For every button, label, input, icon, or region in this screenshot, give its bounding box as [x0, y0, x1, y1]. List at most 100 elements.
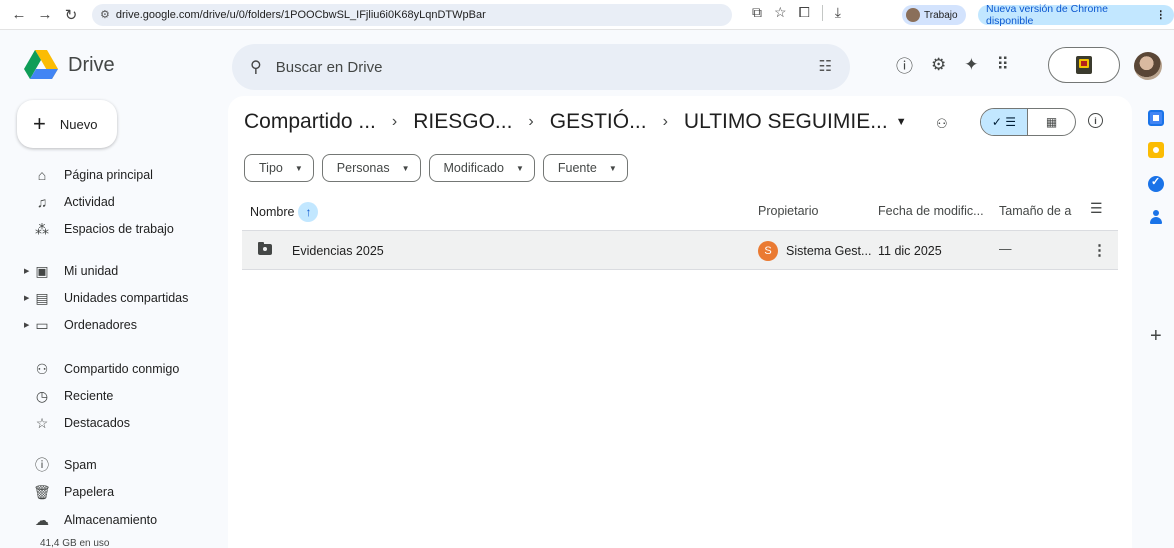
table-header: Nombre ↑ Propietario Fecha de modific...…: [228, 196, 1132, 222]
column-label: Nombre: [250, 205, 295, 219]
sort-options-icon[interactable]: ☰: [1090, 200, 1103, 217]
filter-type-chip[interactable]: Tipo ▼: [244, 154, 314, 182]
new-button-label: Nuevo: [59, 116, 98, 132]
caret-down-icon[interactable]: ▼: [896, 116, 907, 128]
sidebar-item-label: Página principal: [64, 168, 153, 182]
sidebar-item-label: Compartido conmigo: [64, 362, 180, 376]
calendar-icon[interactable]: [1148, 110, 1164, 126]
expand-caret-icon[interactable]: ▶: [24, 321, 30, 329]
sidebar-item-home[interactable]: ⌂ Página principal: [16, 163, 216, 187]
breadcrumb-item[interactable]: GESTIÓ...: [550, 110, 647, 134]
sidebar-item-activity[interactable]: ♫ Actividad: [16, 190, 216, 214]
home-icon: ⌂: [37, 167, 47, 183]
column-name-header[interactable]: Nombre ↑: [250, 202, 319, 222]
cloud-icon: ☁: [35, 511, 49, 528]
chip-label: Tipo: [259, 161, 283, 175]
download-icon[interactable]: ⤓: [835, 4, 841, 21]
caret-down-icon: ▼: [401, 163, 410, 173]
filter-modified-chip[interactable]: Modificado ▼: [428, 154, 535, 182]
keep-icon[interactable]: [1148, 142, 1164, 158]
add-addon-icon[interactable]: +: [1150, 326, 1162, 346]
sidebar-item-computers[interactable]: ▶ ▭ Ordenadores: [16, 313, 216, 337]
bookmark-star-icon[interactable]: ☆: [774, 4, 787, 21]
tasks-icon[interactable]: [1148, 175, 1164, 192]
chip-label: Fuente: [557, 161, 597, 175]
filter-people-chip[interactable]: Personas ▼: [321, 154, 421, 182]
help-icon[interactable]: ⓘ: [896, 52, 913, 77]
apps-grid-icon[interactable]: ⠿: [997, 55, 1009, 75]
new-button[interactable]: + Nuevo: [17, 100, 117, 148]
app-name: Drive: [68, 53, 115, 76]
account-avatar[interactable]: [1134, 52, 1162, 80]
chip-label: Modificado: [443, 161, 504, 175]
file-size: —: [999, 242, 1012, 256]
search-input[interactable]: [275, 58, 776, 76]
gemini-icon[interactable]: ✦: [964, 55, 978, 75]
view-toggle: ✓ ☰ ▦: [980, 108, 1076, 136]
reload-icon[interactable]: ↻: [60, 4, 82, 26]
chrome-update-button[interactable]: Nueva versión de Chrome disponible ⋮: [978, 3, 1174, 27]
side-apps-panel: +: [1140, 100, 1174, 548]
bell-icon: ♫: [36, 194, 48, 210]
install-app-icon[interactable]: ⧉: [752, 4, 762, 21]
star-icon: ☆: [35, 414, 49, 431]
back-icon[interactable]: ←: [8, 4, 30, 26]
my-drive-icon: ▣: [35, 262, 49, 279]
breadcrumb-current-folder[interactable]: ULTIMO SEGUIMIE...: [684, 110, 888, 134]
extensions-icon[interactable]: ⧠: [799, 4, 810, 21]
settings-gear-icon[interactable]: ⚙: [931, 55, 946, 75]
address-bar[interactable]: ⚙ drive.google.com/drive/u/0/folders/1PO…: [92, 3, 732, 26]
drive-logo-icon: [24, 50, 58, 79]
info-icon[interactable]: i: [1088, 113, 1103, 128]
chevron-right-icon: ›: [528, 113, 534, 130]
sidebar-item-recent[interactable]: ◷ Reciente: [16, 384, 216, 408]
sidebar-item-starred[interactable]: ☆ Destacados: [16, 411, 216, 435]
table-row[interactable]: Evidencias 2025 S Sistema Gest... 11 dic…: [242, 230, 1118, 270]
storage-usage-text: 41,4 GB en uso: [40, 538, 110, 548]
sidebar-item-label: Destacados: [64, 416, 131, 430]
filter-source-chip[interactable]: Fuente ▼: [542, 154, 628, 182]
update-label: Nueva versión de Chrome disponible: [986, 3, 1108, 27]
contacts-icon[interactable]: [1150, 210, 1162, 224]
site-settings-icon[interactable]: ⚙: [100, 8, 110, 21]
forward-icon[interactable]: →: [34, 4, 56, 26]
list-view-button[interactable]: ✓ ☰: [981, 109, 1029, 135]
owner-name: Sistema Gest...: [786, 244, 872, 258]
profile-chip[interactable]: Trabajo: [902, 5, 966, 25]
sidebar-item-workspaces[interactable]: ⁂ Espacios de trabajo: [16, 217, 216, 241]
sidebar-item-trash[interactable]: 🗑 Papelera: [16, 480, 216, 504]
organization-badge[interactable]: [1048, 47, 1120, 83]
drive-logo[interactable]: Drive: [24, 50, 115, 80]
sidebar-item-label: Mi unidad: [64, 264, 119, 278]
sidebar-item-my-drive[interactable]: ▶ ▣ Mi unidad: [16, 259, 216, 283]
column-owner-header[interactable]: Propietario: [758, 204, 818, 218]
organization-logo: [1076, 56, 1092, 74]
column-size-header[interactable]: Tamaño de a: [999, 204, 1071, 218]
file-browser-panel: Compartido ... › RIESGO... › GESTIÓ... ›…: [228, 96, 1132, 548]
toolbar-divider: [821, 4, 823, 21]
shared-folder-icon: [258, 242, 272, 255]
breadcrumb-item[interactable]: Compartido ...: [244, 110, 376, 134]
grid-view-button[interactable]: ▦: [1028, 109, 1075, 135]
search-icon[interactable]: ⚲: [250, 57, 262, 77]
search-bar[interactable]: ⚲ ☷: [232, 44, 850, 90]
sidebar-item-label: Spam: [64, 458, 97, 472]
profile-label: Trabajo: [924, 9, 958, 21]
search-options-icon[interactable]: ☷: [819, 57, 832, 75]
sidebar-item-spam[interactable]: ⓘ Spam: [16, 453, 216, 477]
file-name[interactable]: Evidencias 2025: [292, 244, 384, 258]
people-icon: ⚇: [35, 360, 49, 377]
sidebar-item-shared-with-me[interactable]: ⚇ Compartido conmigo: [16, 357, 216, 381]
sidebar-item-storage[interactable]: ☁ Almacenamiento: [16, 508, 216, 532]
header-actions: ⓘ ⚙ ✦ ⠿: [896, 52, 1009, 77]
shared-folder-icon[interactable]: ⚇: [936, 116, 948, 132]
sidebar-item-shared-drives[interactable]: ▶ ▤ Unidades compartidas: [16, 286, 216, 310]
expand-caret-icon[interactable]: ▶: [24, 294, 30, 302]
breadcrumb-item[interactable]: RIESGO...: [413, 110, 512, 134]
expand-caret-icon[interactable]: ▶: [24, 267, 30, 275]
sort-ascending-icon[interactable]: ↑: [298, 202, 319, 222]
caret-down-icon: ▼: [608, 163, 617, 173]
more-actions-icon[interactable]: ⋮: [1092, 241, 1107, 259]
column-modified-header[interactable]: Fecha de modific...: [878, 204, 984, 218]
chevron-right-icon: ›: [391, 113, 398, 130]
